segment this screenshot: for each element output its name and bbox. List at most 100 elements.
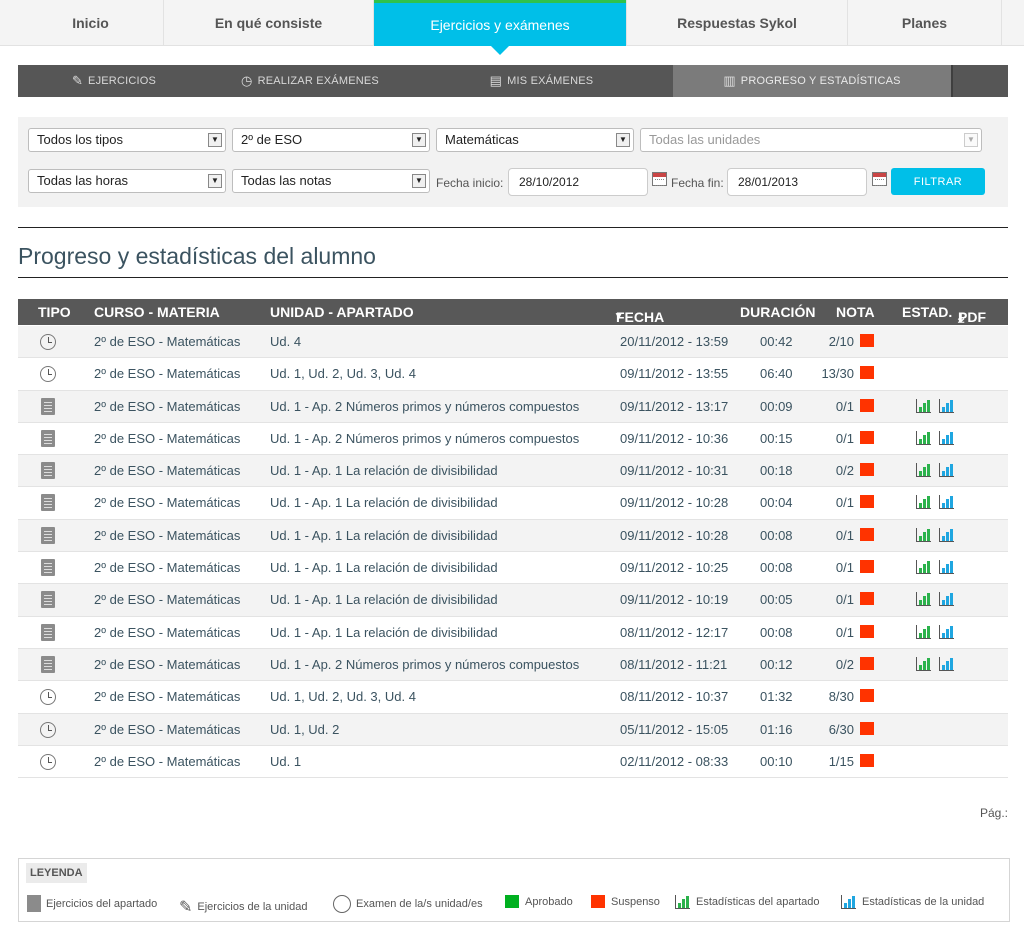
nav-tab-inicio[interactable]: Inicio: [18, 0, 164, 46]
materia-select[interactable]: Matemáticas ▼: [436, 128, 634, 152]
blue-chart-icon[interactable]: [939, 463, 954, 478]
cell-curso: 2º de ESO - Matemáticas: [94, 527, 241, 543]
blue-chart-icon[interactable]: [939, 398, 954, 413]
nav-tab-respuestas-sykol[interactable]: Respuestas Sykol: [626, 0, 848, 46]
table-header: TIPO CURSO - MATERIA UNIDAD - APARTADO F…: [18, 299, 1008, 357]
notas-select[interactable]: Todas las notas ▼: [232, 169, 430, 193]
curso-select[interactable]: 2º de ESO ▼: [232, 128, 430, 152]
sub-nav: ✎ Ejercicios ◷ Realizar exámenes ▤ Mis e…: [18, 65, 1008, 97]
col-duracion[interactable]: DURACIÓN: [740, 304, 815, 320]
blue-chart-icon[interactable]: [939, 656, 954, 671]
blue-chart-icon[interactable]: [939, 560, 954, 575]
table-row[interactable]: 2º de ESO - Matemáticas Ud. 1, Ud. 2 05/11…: [18, 713, 1008, 746]
table-row[interactable]: 2º de ESO - Matemáticas Ud. 1 - Ap. 2 Núm…: [18, 648, 1008, 682]
failed-badge: [860, 463, 874, 477]
green-chart-icon[interactable]: [916, 656, 931, 671]
nav-tab-en-que-consiste[interactable]: En qué consiste: [164, 0, 374, 46]
legend-item-label: Estadísticas de la unidad: [862, 896, 985, 908]
blue-chart-icon[interactable]: [939, 624, 954, 639]
cell-fecha: 02/11/2012 - 08:33: [620, 753, 729, 769]
green-chart-icon[interactable]: [916, 592, 931, 607]
table-row[interactable]: 2º de ESO - Matemáticas Ud. 1 - Ap. 2 Núm…: [18, 390, 1008, 423]
cell-curso: 2º de ESO - Matemáticas: [94, 398, 241, 414]
green-chart-icon[interactable]: [916, 463, 931, 478]
document-icon: [41, 526, 55, 544]
cell-nota: 0/1: [835, 527, 854, 543]
subnav-label: Ejercicios: [88, 75, 157, 87]
unidades-select[interactable]: Todas las unidades ▼: [640, 128, 982, 152]
blue-chart-icon[interactable]: [939, 495, 954, 510]
cell-unidad: Ud. 1 - Ap. 2 Números primos y números c…: [270, 398, 580, 414]
cell-unidad: Ud. 1 - Ap. 1 La relación de divisibilid…: [270, 560, 498, 576]
cell-curso: 2º de ESO - Matemáticas: [94, 592, 241, 608]
cell-duracion: 00:04: [760, 495, 793, 511]
tipo-select-value: Todos los tipos: [37, 132, 123, 147]
col-tipo[interactable]: TIPO: [38, 304, 71, 320]
cell-curso: 2º de ESO - Matemáticas: [94, 495, 241, 511]
horas-select[interactable]: Todas las horas ▼: [28, 169, 226, 193]
table-row[interactable]: 2º de ESO - Matemáticas Ud. 1 - Ap. 2 Núm…: [18, 422, 1008, 456]
cell-duracion: 06:40: [760, 366, 793, 382]
fecha-fin-input[interactable]: 28/01/2013: [727, 168, 867, 196]
legend-item: Ejercicios del apartado: [27, 895, 157, 912]
cell-nota: 0/1: [835, 495, 854, 511]
cell-unidad: Ud. 1 - Ap. 2 Números primos y números c…: [270, 430, 580, 446]
table-row[interactable]: 2º de ESO - Matemáticas Ud. 1, Ud. 2, Ud.…: [18, 358, 1008, 391]
cell-curso: 2º de ESO - Matemáticas: [94, 463, 241, 479]
clock-icon: [40, 753, 56, 770]
subnav-label: Mis exámenes: [507, 75, 594, 87]
blue-chart-icon[interactable]: [939, 430, 954, 445]
table-row[interactable]: 2º de ESO - Matemáticas Ud. 4 20/11/2012 -…: [18, 326, 1008, 359]
document-icon: ▤: [489, 73, 503, 88]
subnav-tab-progreso-estadisticas[interactable]: ▥ Progreso y estadísticas: [673, 65, 953, 97]
chevron-down-icon: ▼: [412, 133, 426, 147]
filter-button[interactable]: FILTRAR: [891, 168, 985, 195]
table-row[interactable]: 2º de ESO - Matemáticas Ud. 1 02/11/2012 -…: [18, 745, 1008, 779]
table-row[interactable]: 2º de ESO - Matemáticas Ud. 1 - Ap. 1 La …: [18, 616, 1008, 649]
table-row[interactable]: 2º de ESO - Matemáticas Ud. 1, Ud. 2, Ud.…: [18, 681, 1008, 714]
cell-nota: 0/2: [835, 656, 854, 672]
col-curso-materia[interactable]: CURSO - MATERIA: [94, 304, 220, 320]
table-row[interactable]: 2º de ESO - Matemáticas Ud. 1 - Ap. 1 La …: [18, 552, 1008, 585]
table-row[interactable]: 2º de ESO - Matemáticas Ud. 1 - Ap. 1 La …: [18, 519, 1008, 553]
cell-duracion: 00:15: [760, 430, 793, 446]
blue-chart-icon[interactable]: [939, 527, 954, 542]
cell-fecha: 08/11/2012 - 10:37: [620, 689, 729, 705]
page-title: Progreso y estadísticas del alumno: [18, 243, 376, 269]
calendar-icon[interactable]: [872, 172, 887, 186]
clock-icon: [40, 721, 56, 738]
table-row[interactable]: 2º de ESO - Matemáticas Ud. 1 - Ap. 1 La …: [18, 584, 1008, 617]
green-chart-icon[interactable]: [916, 495, 931, 510]
cell-fecha: 20/11/2012 - 13:59: [620, 334, 729, 349]
green-chart-icon[interactable]: [916, 398, 931, 413]
col-nota[interactable]: NOTA: [836, 304, 875, 320]
subnav-tab-mis-examenes[interactable]: ▤ Mis exámenes: [410, 65, 673, 97]
green-chart-icon[interactable]: [916, 624, 931, 639]
failed-badge: [860, 689, 874, 703]
subnav-tab-ejercicios[interactable]: ✎ Ejercicios: [18, 65, 210, 97]
fecha-inicio-input[interactable]: 28/10/2012: [508, 168, 648, 196]
nav-tab-ejercicios-examenes[interactable]: Ejercicios y exámenes: [374, 0, 626, 55]
subnav-tab-realizar-examenes[interactable]: ◷ Realizar exámenes: [210, 65, 410, 97]
green-chart-icon[interactable]: [916, 430, 931, 445]
failed-badge: [860, 366, 874, 380]
nav-tab-planes[interactable]: Planes: [848, 0, 1002, 46]
fecha-inicio-label: Fecha inicio:: [436, 176, 504, 190]
failed-badge: [860, 527, 874, 541]
green-chart-icon[interactable]: [916, 527, 931, 542]
legend-title: LEYENDA: [26, 863, 87, 883]
table-row[interactable]: 2º de ESO - Matemáticas Ud. 1 - Ap. 1 La …: [18, 455, 1008, 488]
divider: [18, 227, 1008, 228]
cell-duracion: 00:18: [760, 463, 793, 479]
blue-chart-icon[interactable]: [939, 592, 954, 607]
calendar-icon[interactable]: [652, 172, 667, 186]
green-chart-icon[interactable]: [916, 560, 931, 575]
table-row[interactable]: 2º de ESO - Matemáticas Ud. 1 - Ap. 1 La …: [18, 487, 1008, 520]
cell-duracion: 00:08: [760, 624, 793, 640]
failed-badge: [860, 624, 874, 638]
tipo-select[interactable]: Todos los tipos ▼: [28, 128, 226, 152]
cell-unidad: Ud. 1 - Ap. 1 La relación de divisibilid…: [270, 527, 498, 543]
col-unidad-apartado[interactable]: UNIDAD - APARTADO: [270, 304, 414, 320]
failed-badge: [860, 430, 874, 444]
legend-item-label: Examen de la/s unidad/es: [356, 898, 483, 910]
